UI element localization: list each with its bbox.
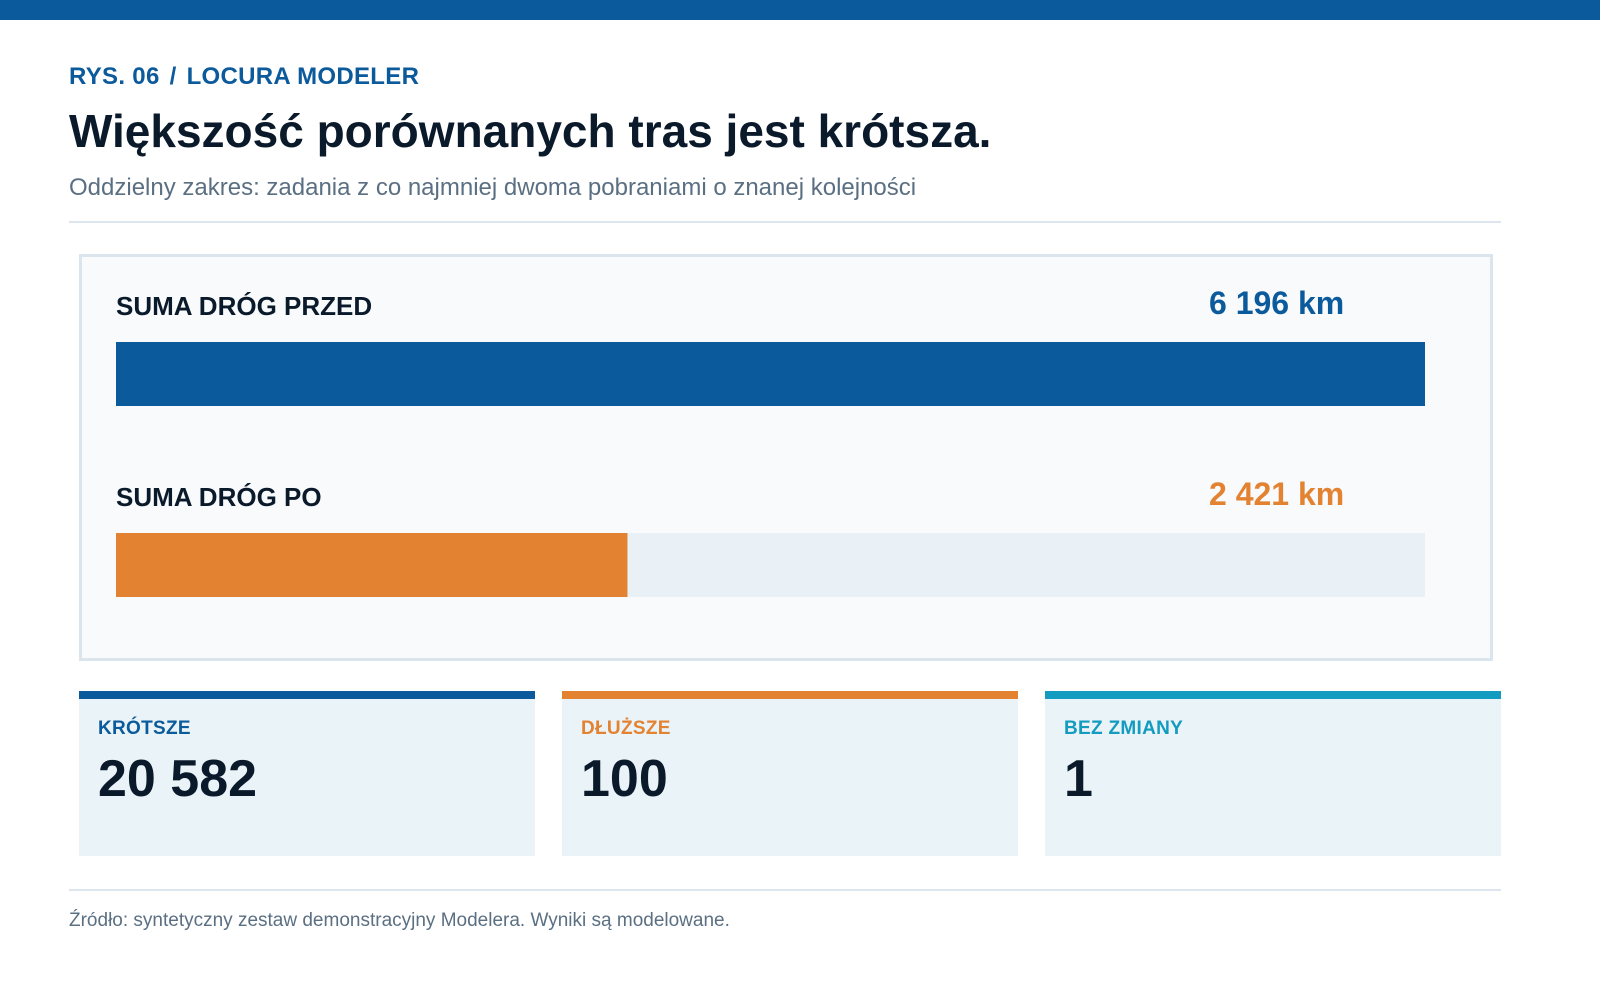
bar-value-label: 6 196 km: [1209, 285, 1344, 321]
stat-card-value: 1: [1064, 750, 1093, 808]
bar-chart: SUMA DRÓG PRZED 6 196 km SUMA DRÓG PO 2 421…: [116, 285, 1425, 597]
kicker-separator: /: [169, 63, 177, 90]
stat-card-accent: [562, 691, 1018, 699]
bar: [116, 342, 1425, 406]
stat-card-value: 20 582: [98, 750, 258, 808]
stat-cards: KRÓTSZE 20 582 DŁUŻSZE 100 BEZ ZMIANY 1: [79, 691, 1502, 856]
stat-card-label: KRÓTSZE: [98, 718, 191, 739]
bar: [116, 533, 628, 597]
stat-card-unchanged: BEZ ZMIANY 1: [1045, 691, 1501, 856]
stat-card-accent: [1045, 691, 1501, 699]
header-divider: [69, 221, 1501, 223]
bar-label: SUMA DRÓG PRZED: [116, 291, 372, 321]
page-subtitle: Oddzielny zakres: zadania z co najmniej …: [69, 174, 917, 201]
page-title: Większość porównanych tras jest krótsza.: [69, 105, 992, 157]
figure-number: RYS. 06: [69, 63, 160, 90]
product-name: LOCURA MODELER: [186, 63, 420, 90]
top-accent-bar: [0, 0, 1600, 20]
footer-divider: [69, 889, 1501, 891]
stat-card-accent: [79, 691, 535, 699]
stat-card-label: BEZ ZMIANY: [1064, 718, 1184, 739]
stat-card-label: DŁUŻSZE: [581, 718, 671, 739]
stat-card-value: 100: [581, 750, 668, 808]
source-note: Źródło: syntetyczny zestaw demonstracyjn…: [69, 910, 730, 931]
stat-card-longer: DŁUŻSZE 100: [562, 691, 1018, 856]
figure-kicker: RYS. 06 / LOCURA MODELER: [69, 63, 419, 91]
bar-chart-panel: SUMA DRÓG PRZED 6 196 km SUMA DRÓG PO 2 421…: [79, 254, 1493, 661]
bar-label: SUMA DRÓG PO: [116, 482, 322, 512]
stat-card-shorter: KRÓTSZE 20 582: [79, 691, 535, 856]
bar-value-label: 2 421 km: [1209, 476, 1344, 512]
